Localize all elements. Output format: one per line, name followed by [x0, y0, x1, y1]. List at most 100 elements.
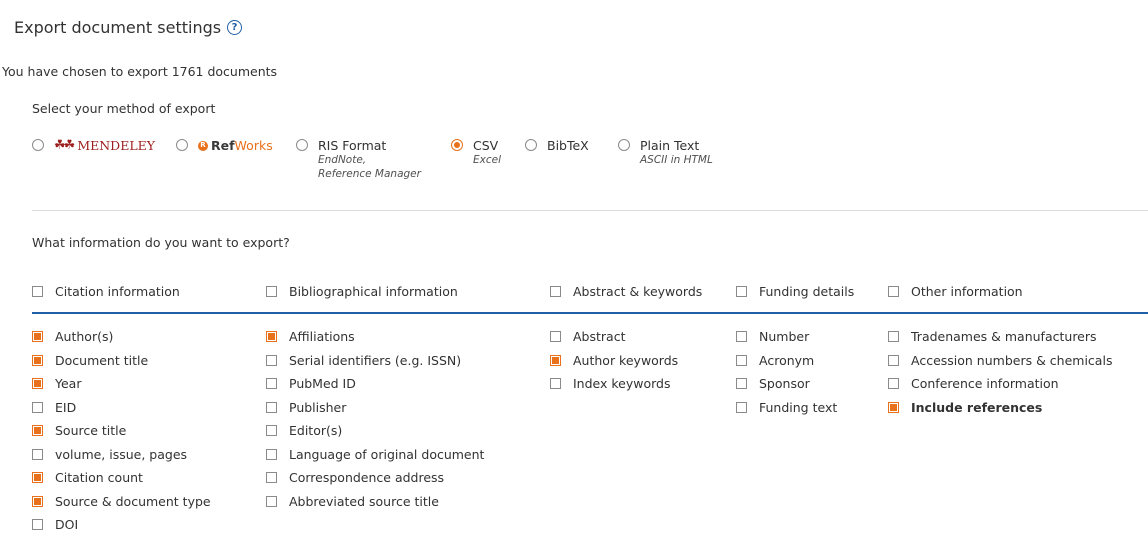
export-option-csv[interactable]: CSV Excel [451, 138, 501, 167]
option-volume-issue-pages[interactable]: volume, issue, pages [32, 443, 211, 467]
option-source-document-type[interactable]: Source & document type [32, 490, 211, 514]
option-tradenames[interactable]: Tradenames & manufacturers [888, 325, 1112, 349]
radio-ris[interactable] [296, 139, 308, 151]
option-label: PubMed ID [289, 376, 356, 392]
option-abstract[interactable]: Abstract [550, 325, 678, 349]
option-include-references[interactable]: Include references [888, 396, 1112, 420]
header-label: Bibliographical information [289, 284, 458, 299]
checkbox[interactable] [266, 425, 277, 437]
export-option-mendeley[interactable]: ☘☘ MENDELEY [32, 138, 155, 153]
header-funding-details[interactable]: Funding details [736, 284, 854, 299]
option-label: Tradenames & manufacturers [911, 329, 1097, 345]
checkbox[interactable] [888, 331, 899, 343]
option-sponsor[interactable]: Sponsor [736, 372, 837, 396]
option-pubmed-id[interactable]: PubMed ID [266, 372, 484, 396]
export-method-options: ☘☘ MENDELEY R Ref Works RIS Format EndNot… [32, 138, 1132, 198]
help-circle-icon[interactable]: ? [227, 20, 243, 35]
checkbox[interactable] [32, 425, 43, 437]
refworks-logo-icon: R [198, 140, 208, 151]
option-index-keywords[interactable]: Index keywords [550, 372, 678, 396]
option-abbreviated-source-title[interactable]: Abbreviated source title [266, 490, 484, 514]
checkbox[interactable] [888, 401, 899, 413]
option-document-title[interactable]: Document title [32, 349, 211, 373]
export-option-plain-text[interactable]: Plain Text ASCII in HTML [618, 138, 713, 167]
checkbox[interactable] [736, 354, 747, 366]
radio-csv[interactable] [451, 139, 463, 151]
checkbox[interactable] [736, 401, 747, 413]
checkbox[interactable] [266, 331, 277, 343]
checkbox[interactable] [266, 495, 277, 507]
option-year[interactable]: Year [32, 372, 211, 396]
option-citation-count[interactable]: Citation count [32, 466, 211, 490]
checkbox-abstract-keywords[interactable] [550, 286, 561, 297]
checkbox-other-information[interactable] [888, 286, 899, 297]
option-editors[interactable]: Editor(s) [266, 419, 484, 443]
checkbox[interactable] [32, 448, 43, 460]
export-option-ris[interactable]: RIS Format EndNote, Reference Manager [296, 138, 421, 181]
mendeley-logo-icon: ☘☘ [54, 138, 75, 153]
header-citation-information[interactable]: Citation information [32, 284, 180, 299]
option-author-keywords[interactable]: Author keywords [550, 349, 678, 373]
radio-plain-text[interactable] [618, 139, 630, 151]
option-label: Index keywords [573, 376, 671, 392]
option-serial-identifiers[interactable]: Serial identifiers (e.g. ISSN) [266, 349, 484, 373]
checkbox[interactable] [32, 378, 43, 390]
option-funding-text[interactable]: Funding text [736, 396, 837, 420]
checkbox[interactable] [32, 495, 43, 507]
checkbox[interactable] [266, 378, 277, 390]
option-number[interactable]: Number [736, 325, 837, 349]
export-option-refworks[interactable]: R Ref Works [176, 138, 273, 153]
option-label: Number [759, 329, 810, 345]
checkbox[interactable] [888, 378, 899, 390]
checkbox[interactable] [550, 354, 561, 366]
radio-bibtex[interactable] [525, 139, 537, 151]
mendeley-label: MENDELEY [77, 138, 155, 153]
checkbox[interactable] [736, 331, 747, 343]
option-eid[interactable]: EID [32, 396, 211, 420]
checkbox[interactable] [266, 354, 277, 366]
option-correspondence-address[interactable]: Correspondence address [266, 466, 484, 490]
refworks-label-ref: Ref [211, 138, 235, 153]
option-label: Correspondence address [289, 470, 445, 486]
checkbox[interactable] [32, 472, 43, 484]
option-label: Citation count [55, 470, 143, 486]
page-title: Export document settings ? [14, 18, 243, 37]
checkbox[interactable] [550, 331, 561, 343]
checkbox[interactable] [266, 401, 277, 413]
ris-sub-2: Reference Manager [318, 168, 421, 180]
option-label: Source title [55, 423, 127, 439]
checkbox[interactable] [266, 448, 277, 460]
header-bibliographical-information[interactable]: Bibliographical information [266, 284, 458, 299]
header-abstract-keywords[interactable]: Abstract & keywords [550, 284, 702, 299]
refworks-label-works: Works [234, 138, 273, 153]
option-accession-numbers[interactable]: Accession numbers & chemicals [888, 349, 1112, 373]
option-source-title[interactable]: Source title [32, 419, 211, 443]
checkbox[interactable] [550, 378, 561, 390]
option-affiliations[interactable]: Affiliations [266, 325, 484, 349]
ris-sub-1: EndNote, [318, 154, 367, 166]
option-publisher[interactable]: Publisher [266, 396, 484, 420]
header-other-information[interactable]: Other information [888, 284, 1023, 299]
checkbox-citation-information[interactable] [32, 286, 43, 297]
option-label: Funding text [759, 399, 838, 415]
checkbox[interactable] [32, 354, 43, 366]
export-option-bibtex[interactable]: BibTeX [525, 138, 589, 153]
column-citation-information: Author(s) Document title Year EID Source… [32, 325, 211, 537]
option-label: Accession numbers & chemicals [911, 352, 1113, 368]
radio-refworks[interactable] [176, 139, 188, 151]
option-label: Year [55, 376, 82, 392]
checkbox[interactable] [32, 401, 43, 413]
checkbox-funding-details[interactable] [736, 286, 747, 297]
checkbox[interactable] [736, 378, 747, 390]
option-authors[interactable]: Author(s) [32, 325, 211, 349]
option-acronym[interactable]: Acronym [736, 349, 837, 373]
option-language[interactable]: Language of original document [266, 443, 484, 467]
checkbox-bibliographical-information[interactable] [266, 286, 277, 297]
section-divider [32, 210, 1148, 211]
checkbox[interactable] [266, 472, 277, 484]
radio-mendeley[interactable] [32, 139, 44, 151]
option-conference-information[interactable]: Conference information [888, 372, 1112, 396]
checkbox[interactable] [888, 354, 899, 366]
option-label: Serial identifiers (e.g. ISSN) [289, 352, 462, 368]
checkbox[interactable] [32, 331, 43, 343]
